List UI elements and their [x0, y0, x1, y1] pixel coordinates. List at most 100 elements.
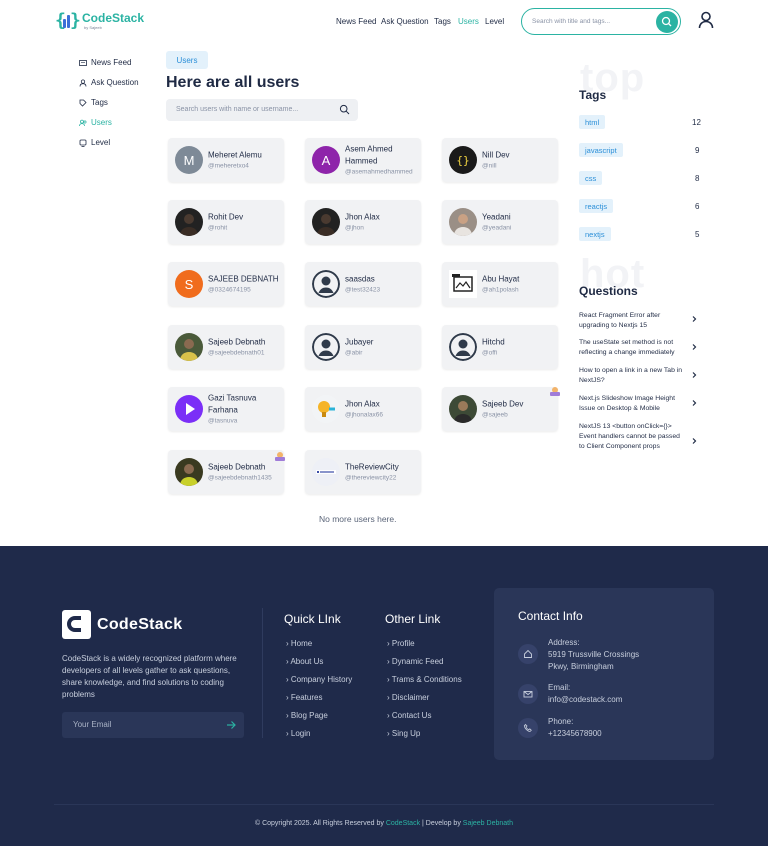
- hot-question-link[interactable]: React Fragment Error after upgrading to …: [579, 311, 687, 331]
- sidebar-item-users[interactable]: Users: [79, 118, 112, 127]
- user-card[interactable]: Hitchd @offi: [442, 325, 558, 369]
- user-card[interactable]: Sajeeb Debnath @sajeebdebnath1435: [168, 450, 284, 494]
- footer-link-profile[interactable]: › Profile: [387, 639, 415, 648]
- user-card[interactable]: {} Nill Dev @nill: [442, 138, 558, 182]
- arrow-right-icon[interactable]: [226, 720, 236, 730]
- user-card[interactable]: A Asem Ahmed Hammed @asemahmedhammed: [305, 138, 421, 182]
- footer-link-terms[interactable]: › Trams & Conditions: [387, 675, 462, 684]
- sidebar-label-tags: Tags: [91, 98, 108, 107]
- search-icon[interactable]: [339, 104, 350, 115]
- user-username: @yeadani: [482, 224, 512, 232]
- avatar: [449, 208, 477, 236]
- header-search[interactable]: Search with title and tags...: [521, 8, 681, 35]
- hot-question-link[interactable]: How to open a link in a new Tab in NextJ…: [579, 366, 687, 386]
- nav-users[interactable]: Users: [458, 17, 479, 26]
- user-card[interactable]: Jubayer @abir: [305, 325, 421, 369]
- tag-icon: [79, 99, 87, 107]
- user-search-placeholder: Search users with name or username...: [176, 106, 299, 113]
- nav-ask-question[interactable]: Ask Question: [381, 17, 429, 26]
- brand-byline: by Sajeeb: [84, 25, 102, 30]
- user-card[interactable]: S SAJEEB DEBNATH @0324674195: [168, 262, 284, 306]
- user-card[interactable]: saasdas @test32423: [305, 262, 421, 306]
- footer-link-contact[interactable]: › Contact Us: [387, 711, 431, 720]
- sidebar-item-level[interactable]: Level: [79, 138, 110, 147]
- nav-news-feed[interactable]: News Feed: [336, 17, 376, 26]
- nav-level[interactable]: Level: [485, 17, 504, 26]
- sidebar-item-ask-question[interactable]: Ask Question: [79, 78, 139, 87]
- avatar: [449, 270, 477, 298]
- user-name: SAJEEB DEBNATH: [208, 274, 279, 284]
- user-username: @sajeebdebnath01: [208, 349, 265, 357]
- contact-phone: Phone: +12345678900: [548, 717, 602, 738]
- footer-link-dynamic-feed[interactable]: › Dynamic Feed: [387, 657, 443, 666]
- phone-icon: [518, 718, 538, 738]
- hot-question-link[interactable]: Next.js Slideshow Image Height Issue on …: [579, 394, 687, 414]
- user-name: Rohit Dev: [208, 212, 244, 222]
- chevron-right-icon[interactable]: [690, 343, 698, 351]
- footer-logo-icon: [62, 610, 91, 639]
- avatar: S: [175, 270, 203, 298]
- header-search-button[interactable]: [656, 11, 678, 33]
- contact-email: Email: info@codestack.com: [548, 683, 623, 704]
- user-card[interactable]: Yeadani @yeadani: [442, 200, 558, 244]
- avatar: [312, 395, 340, 423]
- avatar: M: [175, 146, 203, 174]
- user-card[interactable]: M Meheret Alemu @meheretxo4: [168, 138, 284, 182]
- user-name: Jhon Alax: [345, 399, 380, 409]
- avatar: [449, 395, 477, 423]
- tag-chip[interactable]: nextjs: [579, 227, 611, 241]
- footer-link-company-history[interactable]: › Company History: [286, 675, 352, 684]
- footer-link-login[interactable]: › Login: [286, 729, 310, 738]
- user-name: saasdas: [345, 274, 375, 284]
- hot-question-link[interactable]: The useState set method is not reflectin…: [579, 338, 687, 358]
- user-card[interactable]: Gazi Tasnuva Farhana @tasnuva: [168, 387, 284, 431]
- tag-chip[interactable]: html: [579, 115, 606, 129]
- user-card[interactable]: Jhon Alax @jhonalax66: [305, 387, 421, 431]
- user-username: @rohit: [208, 224, 228, 232]
- brand-logo[interactable]: { } CodeStack by Sajeeb: [55, 11, 144, 31]
- user-card[interactable]: Jhon Alax @jhon: [305, 200, 421, 244]
- user-name: Meheret Alemu: [208, 150, 262, 160]
- footer-link-about[interactable]: › About Us: [286, 657, 323, 666]
- sidebar-item-news-feed[interactable]: News Feed: [79, 58, 131, 67]
- user-username: @nill: [482, 162, 497, 170]
- nav-tags[interactable]: Tags: [434, 17, 451, 26]
- footer-link-disclaimer[interactable]: › Disclaimer: [387, 693, 429, 702]
- level-icon: [79, 139, 87, 147]
- hot-question-link[interactable]: NextJS 13 <button onClick={}> Event hand…: [579, 422, 687, 452]
- user-username: @test32423: [345, 286, 381, 294]
- sidebar-item-tags[interactable]: Tags: [79, 98, 108, 107]
- tag-chip[interactable]: reactjs: [579, 199, 614, 213]
- user-card[interactable]: Abu Hayat @ah1polash: [442, 262, 558, 306]
- users-badge[interactable]: Users: [166, 51, 208, 69]
- copyright-brand-link[interactable]: CodeStack: [386, 820, 420, 827]
- footer-link-home[interactable]: › Home: [286, 639, 312, 648]
- user-username: @jhonalax66: [345, 411, 384, 419]
- user-username: @jhon: [345, 224, 364, 232]
- footer-logo[interactable]: CodeStack: [62, 610, 182, 639]
- user-account-icon[interactable]: [698, 11, 714, 29]
- chevron-right-icon[interactable]: [690, 371, 698, 379]
- user-name: Sajeeb Debnath: [208, 337, 266, 347]
- tag-chip[interactable]: css: [579, 171, 603, 185]
- tag-chip[interactable]: javascript: [579, 143, 623, 157]
- newsletter-email-input[interactable]: Your Email: [62, 712, 244, 738]
- user-card[interactable]: TheReviewCity @thereviewcity22: [305, 450, 421, 494]
- user-search-input[interactable]: Search users with name or username...: [166, 99, 358, 121]
- user-card[interactable]: Sajeeb Dev @sajeeb: [442, 387, 558, 431]
- user-name: Nill Dev: [482, 150, 510, 160]
- page-title: Here are all users: [166, 74, 300, 91]
- footer-link-blog[interactable]: › Blog Page: [286, 711, 328, 720]
- chevron-right-icon[interactable]: [690, 437, 698, 445]
- tag-count: 12: [692, 118, 701, 127]
- developer-link[interactable]: Sajeeb Debnath: [463, 820, 513, 827]
- tag-count: 6: [695, 202, 700, 211]
- chevron-right-icon[interactable]: [690, 399, 698, 407]
- user-name: Asem Ahmed Hammed: [345, 144, 393, 166]
- chevron-right-icon[interactable]: [690, 315, 698, 323]
- user-card[interactable]: Rohit Dev @rohit: [168, 200, 284, 244]
- user-card[interactable]: Sajeeb Debnath @sajeebdebnath01: [168, 325, 284, 369]
- sidebar-label-level: Level: [91, 138, 111, 147]
- footer-link-signup[interactable]: › Sing Up: [387, 729, 420, 738]
- footer-link-features[interactable]: › Features: [286, 693, 322, 702]
